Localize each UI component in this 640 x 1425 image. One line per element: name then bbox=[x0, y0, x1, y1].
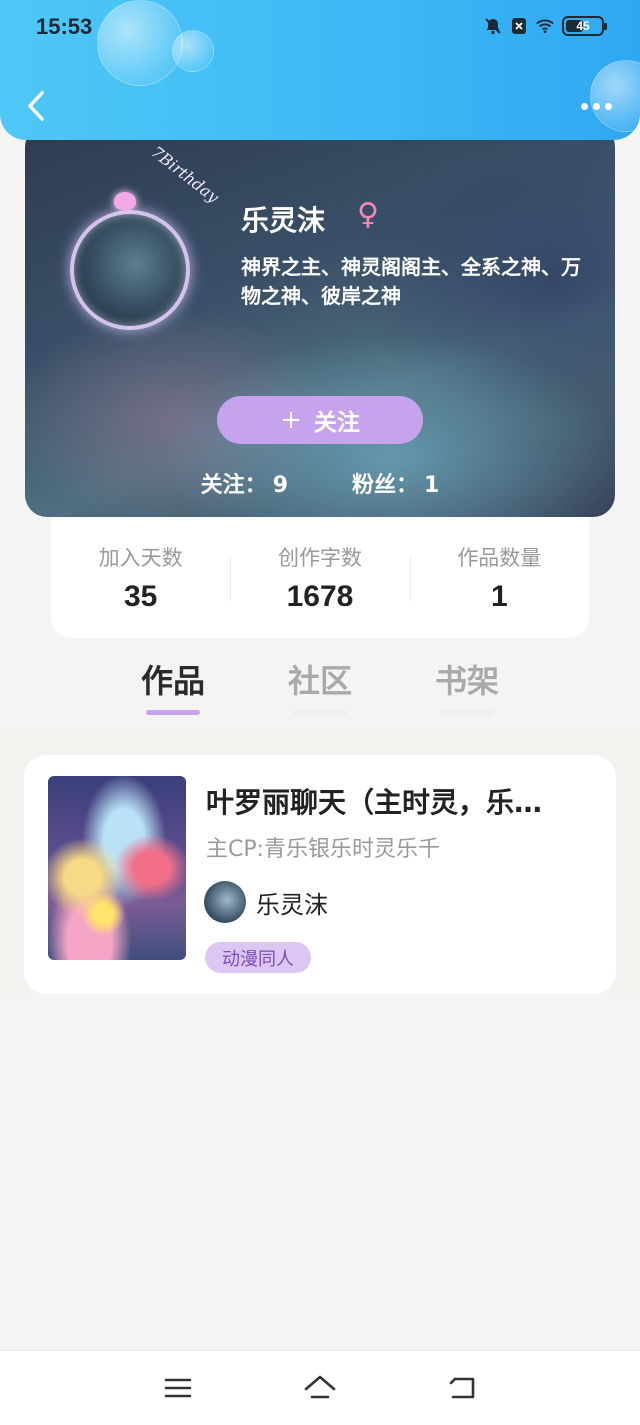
user-titles: 神界之主、神灵阁阁主、全系之神、万物之神、彼岸之神 bbox=[241, 255, 581, 308]
decorative-bubble bbox=[172, 30, 214, 72]
avatar-frame-text: 7Birthday bbox=[147, 142, 223, 207]
tab-works[interactable]: 作品 bbox=[100, 650, 246, 720]
profile-header: 7Birthday 乐灵沫 ♀ 神界之主、神灵阁阁主、全系之神、万物之神、彼岸之… bbox=[25, 125, 615, 517]
avatar[interactable] bbox=[70, 192, 190, 330]
battery-level: 45 bbox=[576, 19, 590, 33]
work-author[interactable]: 乐灵沫 bbox=[204, 881, 328, 923]
home-button[interactable] bbox=[302, 1372, 338, 1404]
tab-indicator bbox=[440, 710, 494, 715]
tab-label: 作品 bbox=[140, 662, 205, 700]
stat-works-count: 作品数量 1 bbox=[409, 542, 589, 614]
stat-join-days: 加入天数 35 bbox=[51, 542, 230, 614]
status-time: 15:53 bbox=[36, 14, 93, 39]
fans-count[interactable]: 粉丝： 1 bbox=[352, 467, 439, 499]
stat-label: 加入天数 bbox=[98, 545, 183, 570]
plus-icon: + bbox=[280, 405, 302, 435]
stat-label: 作品数量 bbox=[457, 545, 542, 570]
female-gender-icon: ♀ bbox=[357, 197, 379, 232]
tab-label: 社区 bbox=[287, 662, 352, 700]
stat-word-count: 创作字数 1678 bbox=[230, 542, 409, 614]
work-title[interactable]: 叶罗丽聊天（主时灵，乐… bbox=[206, 781, 596, 821]
author-avatar bbox=[204, 881, 246, 923]
work-cover-image[interactable] bbox=[48, 776, 186, 960]
menu-button[interactable] bbox=[160, 1372, 196, 1404]
battery-icon: 45 bbox=[562, 16, 607, 36]
work-cp: 主CP:青乐银乐时灵乐千 bbox=[206, 837, 441, 862]
following-label: 关注： bbox=[200, 473, 267, 498]
stat-value: 1 bbox=[490, 579, 508, 613]
notification-box-icon bbox=[510, 17, 528, 35]
stat-value: 35 bbox=[123, 579, 158, 613]
author-name: 乐灵沫 bbox=[256, 890, 328, 919]
follow-stats: 关注： 9 粉丝： 1 bbox=[25, 467, 615, 499]
work-tag[interactable]: 动漫同人 bbox=[205, 942, 311, 973]
home-icon bbox=[304, 1375, 336, 1399]
menu-icon bbox=[164, 1378, 192, 1398]
status-icons: 45 bbox=[484, 16, 607, 36]
stat-value: 1678 bbox=[286, 579, 354, 613]
follow-label: 关注 bbox=[313, 410, 360, 436]
bell-muted-icon bbox=[484, 17, 502, 35]
stats-card: 加入天数 35 创作字数 1678 作品数量 1 bbox=[51, 517, 589, 638]
username: 乐灵沫 bbox=[241, 204, 326, 237]
back-icon bbox=[449, 1377, 475, 1399]
tab-community[interactable]: 社区 bbox=[247, 650, 393, 720]
following-count[interactable]: 关注： 9 bbox=[201, 467, 288, 499]
fans-label: 粉丝： bbox=[352, 473, 419, 498]
tab-label: 书架 bbox=[434, 662, 499, 700]
system-nav-bar bbox=[0, 1350, 640, 1425]
stat-label: 创作字数 bbox=[277, 545, 362, 570]
back-nav-button[interactable] bbox=[444, 1372, 480, 1404]
tab-indicator bbox=[146, 710, 200, 715]
fans-value: 1 bbox=[424, 473, 440, 498]
top-bar: 15:53 45 bbox=[0, 0, 640, 140]
work-card[interactable]: 叶罗丽聊天（主时灵，乐… 主CP:青乐银乐时灵乐千 乐灵沫 动漫同人 bbox=[24, 755, 616, 994]
follow-button[interactable]: + 关注 bbox=[217, 396, 423, 444]
wifi-icon bbox=[536, 17, 554, 35]
following-value: 9 bbox=[272, 473, 288, 498]
chevron-left-icon bbox=[28, 91, 44, 121]
more-dots-icon bbox=[581, 102, 588, 110]
decorative-bubble bbox=[97, 0, 183, 86]
tab-indicator bbox=[293, 710, 347, 715]
tab-bookshelf[interactable]: 书架 bbox=[394, 650, 540, 720]
content-tabs: 作品 社区 书架 bbox=[100, 650, 540, 720]
more-options-button[interactable] bbox=[581, 94, 612, 118]
back-button[interactable] bbox=[22, 88, 50, 124]
